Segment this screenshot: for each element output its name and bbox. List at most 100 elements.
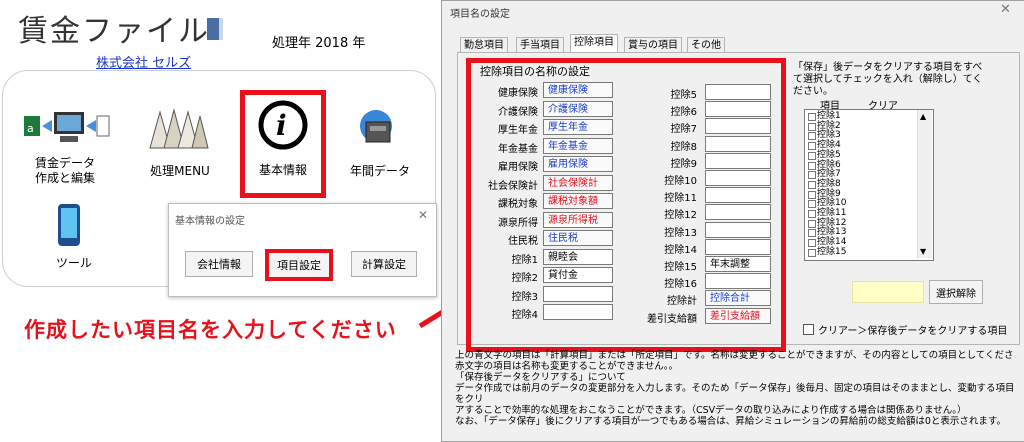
deduction-name-field[interactable]: 源泉所得税 [543,211,613,228]
company-info-button[interactable]: 会社情報 [185,251,253,277]
deduction-name-field[interactable]: 親睦会 [543,248,613,265]
deduction-name-field[interactable]: 社会保険計 [543,174,613,191]
instruction-annotation: 作成したい項目名を入力してください [24,318,397,342]
tab-bonus[interactable]: 賞与の項目 [624,37,682,53]
deduction-name-field[interactable] [705,204,771,221]
deduction-label: 控除計 [667,296,697,308]
deduction-label: 控除13 [664,227,697,239]
checkbox-icon[interactable] [803,324,814,335]
scroll-up-icon[interactable]: ▲ [920,112,926,121]
deduction-label: 控除4 [511,310,538,321]
deduction-name-field[interactable] [705,170,771,186]
tile-wage-data[interactable]: a 賃金データ 作成と編集 [20,108,110,188]
deduction-name-field[interactable] [705,135,771,152]
svg-text:a: a [27,122,34,135]
processing-year-label: 処理年 2018 年 [272,36,366,51]
note-line: なお、「データ保存」後にクリアする項目が一つでもある場合は、昇給シミュレーション… [455,416,1006,427]
deduction-label: 控除2 [511,273,538,284]
deduction-name-field[interactable] [705,273,771,290]
deduction-label: 控除3 [511,291,538,303]
deduction-label: 控除14 [664,244,697,256]
tab-attendance[interactable]: 勤怠項目 [460,37,508,53]
deduction-label: 控除7 [670,124,697,136]
deduction-name-field[interactable]: 住民税 [543,230,613,246]
deduction-name-field[interactable] [705,187,771,204]
phone-icon [58,204,80,246]
deduction-name-field[interactable] [543,304,613,320]
deduction-name-field[interactable] [705,84,771,100]
deduction-label: 社会保険計 [488,180,538,192]
note-line: 「保存後データをクリアする」について [455,372,626,383]
tile-processing-menu-label: 処理MENU [150,164,210,178]
basic-info-dialog-title: 基本情報の設定 [175,216,245,227]
deduction-label: 源泉所得 [498,217,538,229]
tile-tools[interactable]: ツール [34,200,114,275]
list-scrollbar[interactable]: ▲ ▼ [917,110,932,258]
note-line: アすることで効率的な処理をおこなうことができます。（CSVデータの取り込みにより… [455,405,967,416]
clear-items-list[interactable]: 控除1 控除2 控除3 控除4 控除5 控除6 控除7 控除8 控除9 控除10 控除11 控除12 控… [804,109,934,261]
deduction-name-field[interactable] [543,285,613,302]
clear-checkbox-label: クリアー＞保存後データをクリアする項目 [818,326,1008,337]
deduction-label: 控除1 [511,254,538,266]
deduction-name-field[interactable] [705,152,771,169]
scroll-down-icon[interactable]: ▼ [920,247,926,256]
deduction-label: 控除11 [664,193,697,205]
books-icon [149,108,209,149]
deduction-label: 差引支給額 [647,313,697,325]
deduction-name-field[interactable]: 貸付金 [543,267,613,283]
clear-status-box [852,281,924,303]
deduction-label: 控除10 [664,176,697,187]
deduction-name-field[interactable]: 控除合計 [705,290,771,307]
tile-wage-data-label2: 作成と編集 [34,171,95,185]
tile-basic-info[interactable]: i 基本情報 [240,90,326,198]
cabinet-icon [360,110,392,143]
deduction-name-field[interactable] [705,101,771,118]
deduction-label: 控除9 [670,158,697,170]
deduction-label: 厚生年金 [498,125,538,136]
tile-basic-info-label: 基本情報 [258,163,307,177]
deduction-name-field[interactable]: 厚生年金 [543,119,613,135]
deduction-label: 介護保険 [498,106,538,118]
deduction-label: 控除16 [664,279,697,291]
company-link[interactable]: 株式会社 セルズ [96,52,191,71]
tab-deduction[interactable]: 控除項目 [570,34,618,54]
deduction-name-field[interactable] [705,238,771,255]
deduction-label: 年金基金 [498,143,538,155]
deduction-name-field[interactable]: 介護保険 [543,100,613,117]
deduction-name-field[interactable] [705,118,771,135]
list-item[interactable]: 控除15 [807,247,846,258]
deduction-name-field[interactable]: 年末調整 [705,256,771,272]
deduction-label: 控除15 [664,262,697,273]
tile-annual-data[interactable]: 年間データ [340,108,420,188]
deduction-name-field[interactable]: 健康保険 [543,82,613,98]
deduction-name-field[interactable] [705,221,771,238]
tab-allowance[interactable]: 手当項目 [516,37,564,53]
clear-description: 「保存」後データをクリアする項目をすべて選択してチェックを入れ（解除し）てくださ… [793,62,983,97]
note-line: データ作成では前月のデータの変更部分を入力します。そのため「データ保存」後毎月、… [455,383,1015,405]
deduction-name-field[interactable]: 課税対象額 [543,193,613,209]
deduction-name-field[interactable]: 雇用保険 [543,156,613,172]
tile-tools-label: ツール [55,256,92,270]
notes-text: 上の青文字の項目は「計算項目」または「所定項目」です。名称は変更することができま… [455,350,1015,427]
deduction-group-title: 控除項目の名称の設定 [480,65,590,78]
note-line: 上の青文字の項目は「計算項目」または「所定項目」です。名称は変更することができま… [455,350,1014,361]
deselect-button[interactable]: 選択解除 [929,280,983,304]
calc-settings-button[interactable]: 計算設定 [351,251,417,277]
close-icon[interactable]: ✕ [418,208,428,222]
deduction-label: 控除12 [664,210,697,222]
tile-processing-menu[interactable]: 処理MENU [140,108,220,188]
tile-annual-data-label: 年間データ [349,164,410,178]
item-settings-button[interactable]: 項目設定 [265,249,333,281]
app-title: 賃金ファイル [18,14,210,49]
pc-transfer-icon: a [24,112,110,142]
deduction-name-field[interactable]: 年金基金 [543,137,613,154]
deduction-name-field[interactable]: 差引支給額 [705,307,771,324]
tile-wage-data-label1: 賃金データ [34,156,95,170]
deduction-label: 雇用保険 [498,162,538,173]
deduction-label: 控除8 [670,141,697,153]
clear-checkbox[interactable]: クリアー＞保存後データをクリアする項目 [803,322,1007,337]
close-icon[interactable]: ✕ [1000,2,1011,17]
svg-text:i: i [276,109,287,142]
tab-other[interactable]: その他 [687,37,725,53]
note-line: 赤文字の項目は名称も変更することができません。。 [455,361,678,372]
